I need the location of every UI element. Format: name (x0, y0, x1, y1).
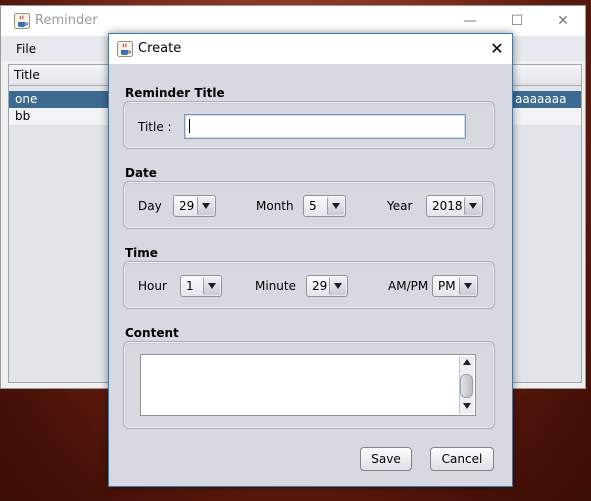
dialog-close-button[interactable]: ✕ (481, 34, 513, 64)
title-label: Title : (138, 120, 172, 134)
cancel-button[interactable]: Cancel (430, 447, 494, 471)
day-select[interactable]: 29 (173, 195, 216, 217)
title-input[interactable] (184, 114, 466, 139)
ampm-label: AM/PM (388, 279, 429, 293)
date-heading: Date (125, 166, 157, 180)
year-label: Year (387, 199, 413, 213)
column-header-title[interactable]: Title (14, 68, 40, 82)
ampm-select[interactable]: PM (432, 275, 478, 297)
dialog-title: Create (138, 41, 182, 56)
java-coffee-cup-icon (14, 13, 30, 29)
content-textarea[interactable] (140, 354, 476, 416)
scroll-down-icon[interactable] (463, 403, 471, 409)
minimize-button[interactable]: — (448, 6, 492, 36)
content-heading: Content (125, 326, 179, 340)
chevron-down-icon[interactable] (203, 277, 220, 295)
save-button[interactable]: Save (360, 447, 412, 471)
reminder-title-heading: Reminder Title (125, 86, 225, 100)
scroll-up-icon[interactable] (463, 359, 471, 365)
row-title: bb (15, 109, 31, 123)
reminder-titlebar[interactable]: Reminder — ☐ ✕ (1, 6, 585, 36)
create-dialog: Create ✕ Reminder Title Title : Date Day… (108, 33, 513, 487)
maximize-button[interactable]: ☐ (495, 6, 539, 36)
dialog-titlebar[interactable]: Create ✕ (109, 34, 512, 64)
minute-select[interactable]: 29 (306, 275, 348, 297)
year-select[interactable]: 2018 (426, 195, 483, 217)
chevron-down-icon[interactable] (459, 277, 476, 295)
time-heading: Time (125, 246, 158, 260)
row-text: aaaaaaa (515, 92, 567, 106)
day-label: Day (138, 199, 162, 213)
month-select[interactable]: 5 (303, 195, 346, 217)
chevron-down-icon[interactable] (327, 197, 344, 215)
chevron-down-icon[interactable] (464, 197, 481, 215)
scroll-thumb[interactable] (460, 374, 473, 398)
java-coffee-cup-icon (117, 41, 133, 57)
window-title: Reminder (35, 13, 98, 28)
text-caret (189, 119, 190, 133)
chevron-down-icon[interactable] (197, 197, 214, 215)
hour-select[interactable]: 1 (180, 275, 222, 297)
minute-label: Minute (255, 279, 296, 293)
month-label: Month (256, 199, 294, 213)
row-title: one (15, 92, 38, 106)
hour-label: Hour (138, 279, 167, 293)
menu-file[interactable]: File (16, 42, 36, 56)
content-scrollbar[interactable] (459, 356, 474, 414)
close-button[interactable]: ✕ (541, 6, 585, 36)
chevron-down-icon[interactable] (329, 277, 346, 295)
